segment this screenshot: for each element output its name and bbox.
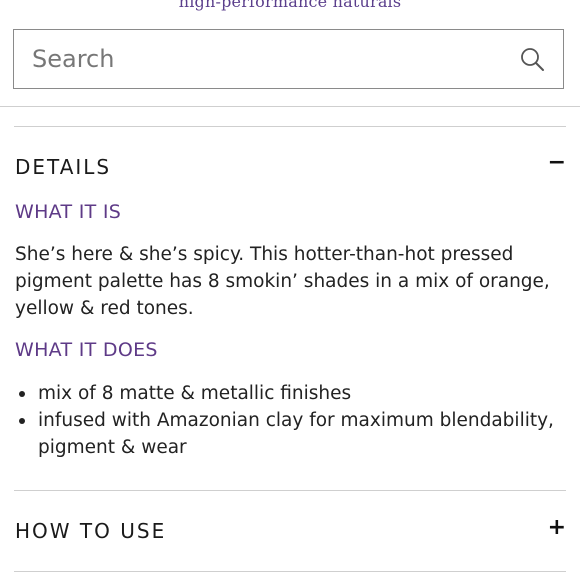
list-item-text: mix of 8 matte & metallic finishes: [38, 383, 352, 404]
search-bar[interactable]: [13, 29, 564, 89]
section-divider: [14, 490, 566, 491]
details-title[interactable]: DETAILS: [15, 155, 111, 179]
what-it-does-list: mix of 8 matte & metallic finishes infus…: [15, 380, 570, 461]
section-divider: [14, 126, 566, 127]
brand-tagline: high-performance naturals: [178, 0, 402, 11]
bullet-icon: [19, 391, 25, 397]
bullet-icon: [19, 418, 25, 424]
plus-icon[interactable]: +: [548, 515, 566, 540]
how-to-use-title[interactable]: HOW TO USE: [15, 519, 166, 543]
list-item: mix of 8 matte & metallic finishes: [15, 380, 570, 407]
minus-icon[interactable]: −: [548, 150, 566, 175]
search-icon[interactable]: [519, 46, 545, 72]
list-item: infused with Amazonian clay for maximum …: [15, 407, 570, 461]
header-divider: [0, 106, 580, 107]
what-it-is-heading: WHAT IT IS: [15, 201, 122, 223]
search-input[interactable]: [32, 30, 492, 87]
section-divider: [14, 571, 566, 572]
list-item-text: infused with Amazonian clay for maximum …: [38, 410, 554, 458]
what-it-is-text: She’s here & she’s spicy. This hotter-th…: [15, 244, 550, 319]
what-it-does-heading: WHAT IT DOES: [15, 339, 158, 361]
